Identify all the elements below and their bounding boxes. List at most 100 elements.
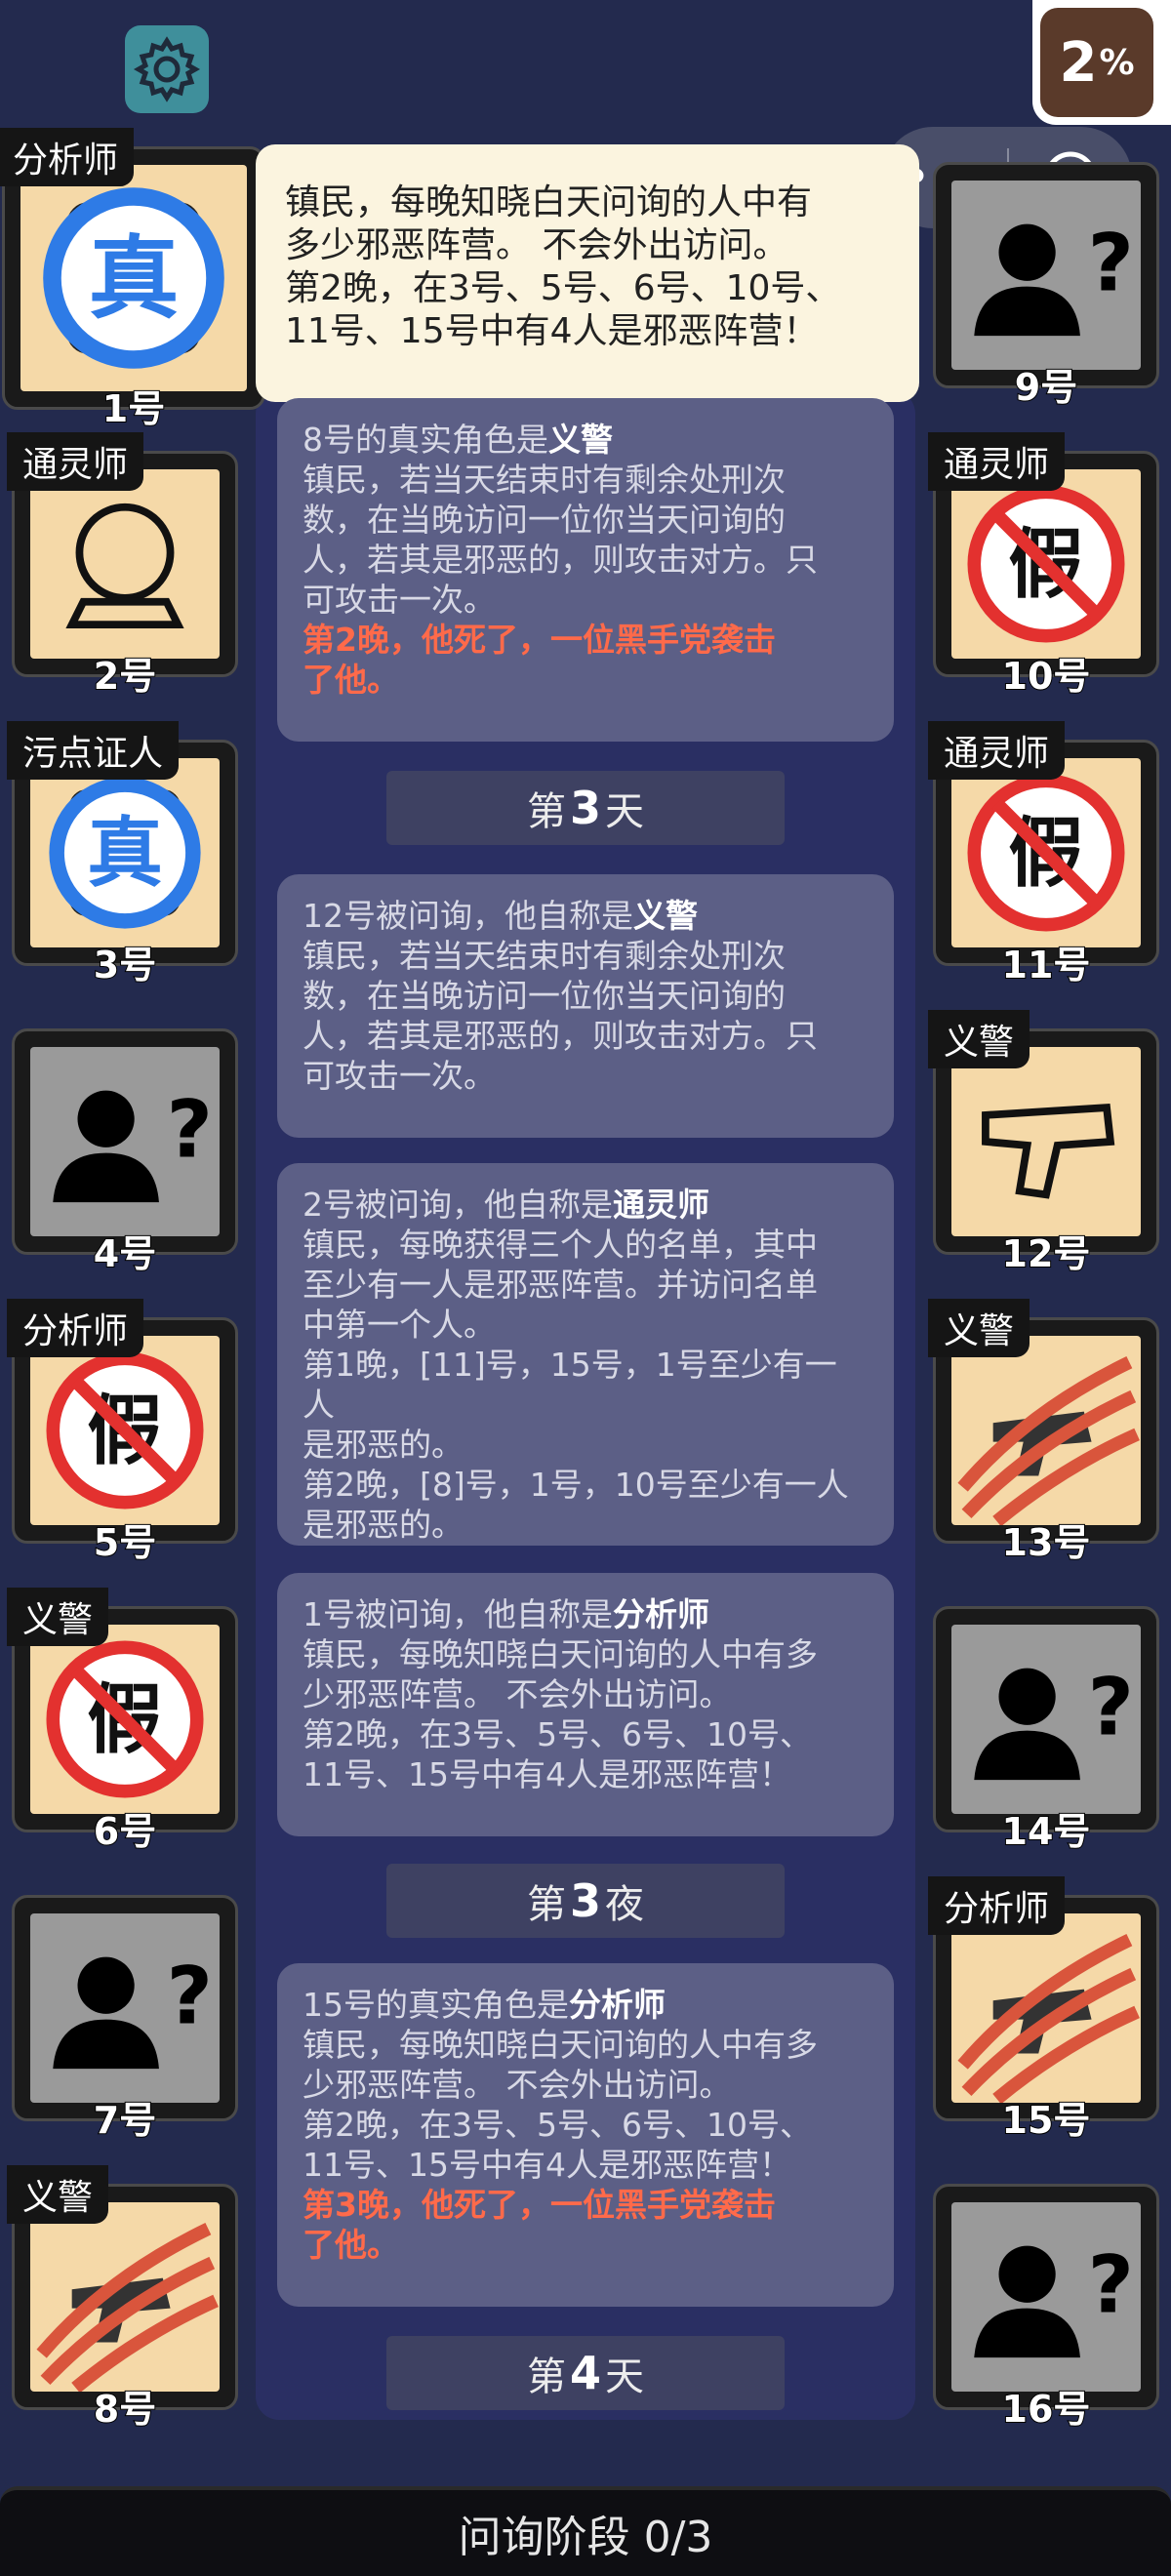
log-card-title: 15号的真实角色是分析师 <box>303 1985 868 2025</box>
player-number: 10号 <box>1001 654 1092 699</box>
tooltip-line: 多少邪恶阵营。 不会外出访问。 <box>285 225 788 265</box>
log-card-line: 11号、15号中有4人是邪恶阵营！ <box>303 2146 791 2184</box>
player-role-label: 通灵师 <box>928 432 1066 491</box>
death-notice-line: 第2晚，他死了，一位黑手党袭击 <box>303 621 776 659</box>
log-card-line: 少邪恶阵营。 不会外出访问。 <box>303 2066 732 2104</box>
log-card-line: 人，若其是邪恶的，则攻击对方。只 <box>303 1017 818 1055</box>
player-number: 16号 <box>1001 2387 1092 2432</box>
progress-percent: 2% <box>1040 8 1153 117</box>
log-card-title-text: 12号被问询，他自称是 <box>303 897 633 935</box>
player-tile[interactable]: 义警 8号 <box>7 2165 238 2432</box>
log-card-line: 是邪恶的。 <box>303 1426 464 1464</box>
player-tile[interactable]: 真 分析师 1号 <box>0 128 265 431</box>
true-stamp-icon: 真 <box>43 187 224 369</box>
log-card-line: 数，在当晚访问一位你当天问询的 <box>303 977 786 1015</box>
log-card-line: 镇民，每晚知晓白天问询的人中有多 <box>303 1635 818 1673</box>
player-tile[interactable]: ? 7号 <box>12 1895 238 2143</box>
player-portrait: 真 <box>20 165 247 391</box>
player-portrait: ? <box>951 1625 1141 1814</box>
player-number: 5号 <box>93 1520 157 1565</box>
log-card-line: 可攻击一次。 <box>303 1057 496 1095</box>
player-portrait: ? <box>951 181 1141 370</box>
log-card-title: 1号被问询，他自称是分析师 <box>303 1594 868 1634</box>
player-role-label: 通灵师 <box>928 721 1066 780</box>
log-card-line: 镇民，每晚知晓白天问询的人中有多 <box>303 2026 818 2064</box>
fake-stamp-icon: 假 <box>46 1640 204 1798</box>
log-card-line: 第2晚，[8]号，1号，10号至少有一人 <box>303 1466 849 1504</box>
player-number: 14号 <box>1001 1809 1092 1854</box>
phase-suffix: 天 <box>605 789 644 834</box>
player-role-label: 义警 <box>928 1299 1030 1357</box>
player-tile[interactable]: 假通灵师 10号 <box>928 432 1159 699</box>
true-stamp-icon: 真 <box>49 777 201 929</box>
phase-number: 4 <box>569 2347 601 2399</box>
log-card: 1号被问询，他自称是分析师 镇民，每晚知晓白天问询的人中有多 少邪恶阵营。 不会外出… <box>277 1573 894 1836</box>
player-tile[interactable]: 假义警 6号 <box>7 1588 238 1854</box>
player-tile[interactable]: 真 污点证人 3号 <box>7 721 238 987</box>
log-card-role: 分析师 <box>569 1986 666 2024</box>
player-tile[interactable]: 通灵师 2号 <box>7 432 238 699</box>
svg-text:?: ? <box>1088 218 1134 310</box>
player-role-label: 义警 <box>928 1010 1030 1068</box>
log-card-title-text: 2号被问询，他自称是 <box>303 1186 613 1224</box>
player-tile[interactable]: 假通灵师 11号 <box>928 721 1159 987</box>
log-card-line: 少邪恶阵营。 不会外出访问。 <box>303 1675 732 1713</box>
player-portrait <box>951 1913 1141 2103</box>
log-card: 2号被问询，他自称是通灵师 镇民，每晚获得三个人的名单，其中 至少有一人是邪恶阵营。… <box>277 1163 894 1546</box>
log-card-line: 第2晚，在3号、5号、6号、10号、 <box>303 1715 812 1753</box>
log-card-line: 镇民，每晚获得三个人的名单，其中 <box>303 1226 818 1264</box>
player-tile[interactable]: ? 14号 <box>933 1606 1159 1854</box>
log-card: 15号的真实角色是分析师 镇民，每晚知晓白天问询的人中有多 少邪恶阵营。 不会外出访… <box>277 1963 894 2307</box>
game-screen: 2% ••• 真分析师1号通灵师2号真污点证人3号?4号假分析师5号假义警6号?… <box>0 0 1171 2576</box>
log-card-role: 分析师 <box>613 1595 709 1633</box>
player-portrait: 假 <box>30 1625 220 1814</box>
log-card-line: 中第一个人。 <box>303 1306 496 1344</box>
player-role-label: 分析师 <box>7 1299 144 1357</box>
player-role-label: 义警 <box>7 2165 109 2224</box>
log-card-line: 可攻击一次。 <box>303 581 496 619</box>
gear-icon <box>133 36 201 102</box>
tooltip-line: 镇民，每晚知晓白天问询的人中有 <box>285 182 813 222</box>
claw-slash-icon <box>36 2223 219 2392</box>
claw-slash-icon <box>957 1356 1140 1525</box>
player-tile[interactable]: 假分析师 5号 <box>7 1299 238 1565</box>
fake-stamp-icon: 假 <box>46 1351 204 1509</box>
log-card-role: 义警 <box>633 897 698 935</box>
death-notice-line: 了他。 <box>303 2226 399 2264</box>
log-card-title: 8号的真实角色是义警 <box>303 420 868 460</box>
player-tile[interactable]: 义警 12号 <box>928 1010 1159 1276</box>
log-card-title: 2号被问询，他自称是通灵师 <box>303 1185 868 1225</box>
progress-badge[interactable]: 2% <box>1032 0 1171 125</box>
player-portrait: 假 <box>30 1336 220 1525</box>
fake-stamp-icon: 假 <box>967 485 1125 643</box>
phase-prefix: 第 <box>526 1882 566 1927</box>
svg-text:?: ? <box>1088 2239 1134 2332</box>
player-role-label: 污点证人 <box>7 721 180 780</box>
player-tile[interactable]: ? 16号 <box>933 2184 1159 2432</box>
player-tile[interactable]: ? 4号 <box>12 1028 238 1276</box>
player-number: 4号 <box>93 1231 157 1276</box>
player-tile[interactable]: 义警 13号 <box>928 1299 1159 1565</box>
unknown-player-icon: ? <box>53 1084 213 1203</box>
phase-prefix: 第 <box>526 2355 566 2399</box>
unknown-player-icon: ? <box>53 1951 213 2070</box>
phase-divider: 第3天 <box>386 771 785 845</box>
player-tile[interactable]: 分析师 15号 <box>928 1876 1159 2143</box>
svg-text:真: 真 <box>87 810 163 898</box>
svg-text:?: ? <box>167 1084 213 1177</box>
settings-button[interactable] <box>125 25 209 113</box>
phase-prefix: 第 <box>526 789 566 834</box>
player-number: 6号 <box>93 1809 157 1854</box>
log-card-title-text: 15号的真实角色是 <box>303 1986 569 2024</box>
player-portrait: 假 <box>951 758 1141 947</box>
phase-status-bar: 问询阶段 0/3 <box>0 2486 1171 2576</box>
player-tile[interactable]: ? 9号 <box>933 162 1159 410</box>
log-card: 8号的真实角色是义警 镇民，若当天结束时有剩余处刑次 数，在当晚访问一位你当天问询的… <box>277 398 894 742</box>
log-card-role: 通灵师 <box>613 1186 709 1224</box>
log-card-line: 镇民，若当天结束时有剩余处刑次 <box>303 461 786 499</box>
player-portrait: ? <box>30 1913 220 2103</box>
log-card-line: 人，若其是邪恶的，则攻击对方。只 <box>303 541 818 579</box>
phase-divider: 第4天 <box>386 2336 785 2410</box>
player-portrait: ? <box>951 2202 1141 2392</box>
log-card-title-text: 1号被问询，他自称是 <box>303 1595 613 1633</box>
